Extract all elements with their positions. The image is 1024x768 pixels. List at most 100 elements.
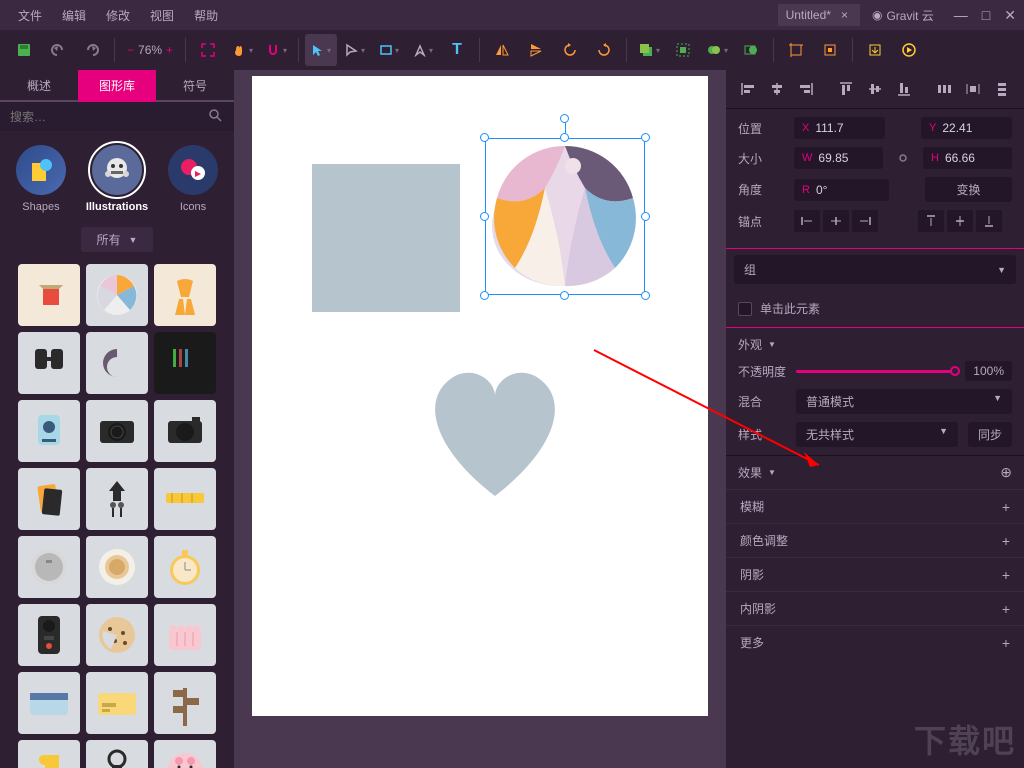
sync-button[interactable]: 同步 (968, 422, 1012, 447)
artboard-button[interactable] (780, 34, 812, 66)
library-item[interactable] (18, 536, 80, 598)
flip-h-button[interactable] (486, 34, 518, 66)
distribute-v-button[interactable] (989, 76, 1016, 102)
library-item[interactable] (18, 264, 80, 326)
library-item[interactable] (18, 400, 80, 462)
group-button[interactable] (667, 34, 699, 66)
align-bottom-button[interactable] (891, 76, 918, 102)
library-item[interactable] (154, 468, 216, 530)
rotate-cw-button[interactable] (588, 34, 620, 66)
appearance-header[interactable]: 外观 ▼ (726, 328, 1024, 361)
library-item[interactable] (18, 740, 80, 768)
menu-modify[interactable]: 修改 (96, 3, 140, 28)
undo-button[interactable] (42, 34, 74, 66)
save-button[interactable] (8, 34, 40, 66)
opacity-value[interactable]: 100% (965, 361, 1012, 381)
selected-object[interactable] (485, 138, 645, 295)
add-effect-button[interactable]: ⊕ (1000, 464, 1012, 481)
rect-tool[interactable]: ▾ (373, 34, 405, 66)
document-tab[interactable]: Untitled* × (778, 4, 860, 26)
library-item[interactable] (86, 332, 148, 394)
anchor-center-h-button[interactable] (823, 210, 849, 232)
path-combine-button[interactable]: ▾ (701, 34, 733, 66)
h-input[interactable]: H66.66 (923, 147, 1012, 169)
symbol-button[interactable] (814, 34, 846, 66)
effect-shadow[interactable]: 阴影+ (726, 557, 1024, 591)
anchor-bottom-button[interactable] (976, 210, 1002, 232)
resize-handle-br[interactable] (641, 291, 650, 300)
anchor-top-button[interactable] (918, 210, 944, 232)
align-left-button[interactable] (734, 76, 761, 102)
maximize-icon[interactable]: □ (982, 7, 990, 24)
effect-blur[interactable]: 模糊+ (726, 489, 1024, 523)
rotate-handle[interactable] (560, 114, 569, 123)
align-center-v-button[interactable] (861, 76, 888, 102)
artboard[interactable] (252, 76, 708, 716)
category-illustrations[interactable]: Illustrations (86, 145, 148, 213)
anchor-right-button[interactable] (852, 210, 878, 232)
slider-thumb[interactable] (950, 366, 960, 376)
add-icon[interactable]: + (1002, 533, 1010, 549)
cloud-button[interactable]: ◉ Gravit 云 (872, 7, 934, 24)
transform-button[interactable]: 变换 (925, 177, 1012, 202)
effects-header[interactable]: 效果 ▼ ⊕ (726, 455, 1024, 489)
play-button[interactable] (893, 34, 925, 66)
w-input[interactable]: W69.85 (794, 147, 883, 169)
clip-button[interactable] (735, 34, 767, 66)
library-item[interactable] (154, 536, 216, 598)
distribute-h-button[interactable] (930, 76, 957, 102)
menu-edit[interactable]: 编辑 (52, 3, 96, 28)
library-item[interactable] (86, 740, 148, 768)
zoom-control[interactable]: − 76% + (121, 43, 179, 57)
magnet-tool[interactable]: ▾ (260, 34, 292, 66)
pan-tool[interactable]: ▾ (226, 34, 258, 66)
category-icons[interactable]: Icons (168, 145, 218, 213)
library-item[interactable] (154, 264, 216, 326)
flip-v-button[interactable] (520, 34, 552, 66)
layer-front-button[interactable]: ▾ (633, 34, 665, 66)
select-tool[interactable]: ▾ (305, 34, 337, 66)
y-input[interactable]: Y22.41 (921, 117, 1012, 139)
redo-button[interactable] (76, 34, 108, 66)
element-type-select[interactable]: 组 ▼ (734, 255, 1016, 284)
resize-handle-ml[interactable] (480, 212, 489, 221)
align-right-button[interactable] (793, 76, 820, 102)
click-through-checkbox[interactable] (738, 302, 752, 316)
library-item[interactable] (86, 604, 148, 666)
rotate-ccw-button[interactable] (554, 34, 586, 66)
style-select[interactable]: 无共样式 ▼ (796, 422, 958, 447)
close-tab-icon[interactable]: × (837, 8, 852, 22)
library-item[interactable] (154, 604, 216, 666)
category-shapes[interactable]: Shapes (16, 145, 66, 213)
library-item[interactable] (154, 332, 216, 394)
minimize-icon[interactable]: — (954, 7, 968, 24)
lock-aspect-button[interactable] (891, 151, 915, 165)
resize-handle-tm[interactable] (560, 133, 569, 142)
effect-more[interactable]: 更多+ (726, 625, 1024, 659)
effect-inner-shadow[interactable]: 内阴影+ (726, 591, 1024, 625)
library-item[interactable] (86, 672, 148, 734)
menu-view[interactable]: 视图 (140, 3, 184, 28)
resize-handle-mr[interactable] (641, 212, 650, 221)
resize-handle-tr[interactable] (641, 133, 650, 142)
resize-handle-bm[interactable] (560, 291, 569, 300)
distribute-v-space-button[interactable] (959, 76, 986, 102)
library-item[interactable] (18, 332, 80, 394)
library-item[interactable] (154, 672, 216, 734)
search-input[interactable] (10, 110, 208, 124)
pen-tool[interactable]: ▾ (407, 34, 439, 66)
library-item[interactable] (86, 468, 148, 530)
tab-library[interactable]: 图形库 (78, 70, 156, 102)
menu-file[interactable]: 文件 (8, 3, 52, 28)
blend-mode-select[interactable]: 普通模式 ▼ (796, 389, 1012, 414)
library-item[interactable] (18, 604, 80, 666)
library-filter-select[interactable]: 所有 ▼ (81, 227, 154, 252)
add-icon[interactable]: + (1002, 499, 1010, 515)
search-icon[interactable] (208, 108, 224, 125)
add-icon[interactable]: + (1002, 567, 1010, 583)
close-window-icon[interactable]: ✕ (1004, 7, 1016, 24)
angle-input[interactable]: R0° (794, 179, 889, 201)
library-item[interactable] (154, 740, 216, 768)
add-icon[interactable]: + (1002, 601, 1010, 617)
add-icon[interactable]: + (1002, 635, 1010, 651)
